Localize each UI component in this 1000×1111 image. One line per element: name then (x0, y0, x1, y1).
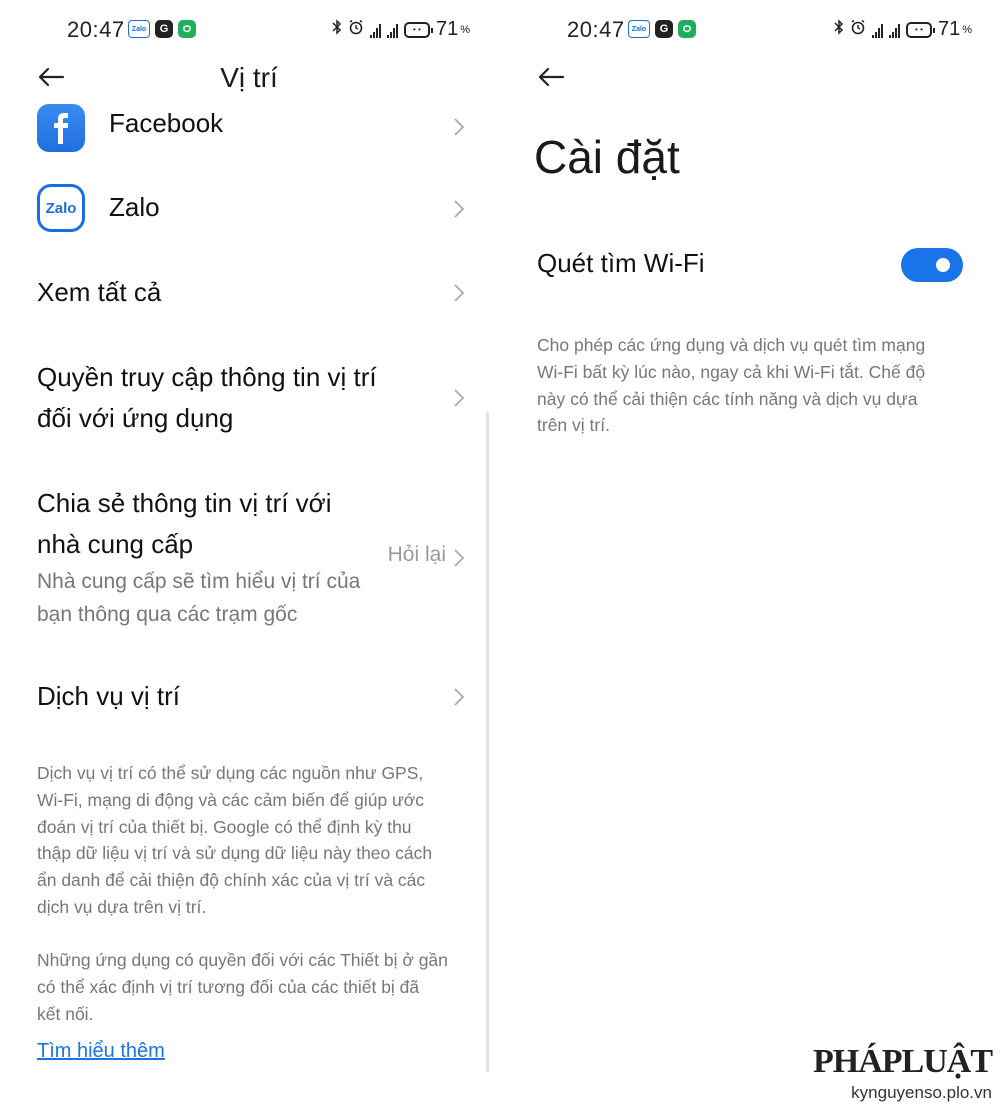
status-time: 20:47 (67, 17, 125, 42)
app-label: Zalo (109, 192, 160, 222)
signal-icon (888, 22, 900, 38)
bluetooth-icon (332, 19, 342, 40)
carrier-sub-line1: Nhà cung cấp sẽ tìm hiểu vị trí của (37, 570, 361, 593)
g-app-icon: G (655, 20, 673, 38)
battery-level: 71 (435, 18, 459, 40)
location-settings-screen: 20:47 Zalo G • • 71% Vị trí Facebook Zal… (0, 0, 498, 1111)
battery-unit: % (962, 23, 972, 36)
battery-unit: % (460, 23, 470, 36)
shield-app-icon (678, 20, 696, 38)
battery-icon: • • (403, 21, 433, 38)
bluetooth-icon (834, 19, 844, 40)
status-bar: 20:47 Zalo G • • 71% (500, 14, 1000, 46)
page-title: Cài đặt (534, 131, 680, 183)
desc-line: này có thể cải thiện các tính năng và dị… (537, 388, 918, 409)
watermark-url: kynguyenso.plo.vn (851, 1083, 992, 1102)
wifi-scan-description: Cho phép các ứng dụng và dịch vụ quét tì… (537, 332, 966, 439)
carrier-location-share-row[interactable]: Chia sẻ thông tin vị trí với nhà cung cấ… (37, 483, 466, 633)
wifi-scan-label: Quét tìm Wi-Fi (537, 248, 705, 278)
carrier-sub-line2: bạn thông qua các trạm gốc (37, 603, 298, 626)
location-services-description: Dịch vụ vị trí có thể sử dụng các nguồn … (37, 760, 468, 921)
see-all-row[interactable]: Xem tất cả (37, 272, 466, 313)
desc-line: thập dữ liệu vị trí và sử dụng dữ liệu n… (37, 843, 433, 864)
page-title: Vị trí (220, 62, 278, 93)
chevron-right-icon (452, 116, 466, 138)
battery-icon: • • (905, 21, 935, 38)
nearby-devices-description: Những ứng dụng có quyền đối với các Thiế… (37, 947, 468, 1027)
zalo-notification-icon: Zalo (628, 20, 650, 38)
desc-line: có thể xác định vị trí tương đối của các… (37, 976, 420, 997)
carrier-share-value: Hỏi lại (387, 543, 446, 566)
signal-icon (386, 22, 398, 38)
chevron-right-icon (452, 282, 466, 304)
back-arrow-icon[interactable] (536, 62, 566, 92)
status-bar: 20:47 Zalo G • • 71% (0, 14, 498, 46)
wifi-scan-toggle[interactable] (901, 248, 963, 282)
watermark: PHÁPLUẬT kynguyenso.plo.vn (813, 1043, 993, 1103)
chevron-right-icon (452, 547, 466, 569)
desc-line: ẩn danh để cải thiện độ chính xác của vị… (37, 870, 426, 891)
chevron-right-icon (452, 686, 466, 708)
desc-line: trên vị trí. (537, 415, 610, 436)
toggle-knob (936, 258, 950, 272)
desc-line: Những ứng dụng có quyền đối với các Thiế… (37, 950, 448, 970)
see-all-label: Xem tất cả (37, 277, 162, 307)
alarm-icon (850, 19, 866, 40)
shield-app-icon (178, 20, 196, 38)
location-services-row[interactable]: Dịch vụ vị trí (37, 676, 466, 717)
signal-icon (369, 22, 381, 38)
zalo-notification-icon: Zalo (128, 20, 150, 38)
signal-icon (871, 22, 883, 38)
desc-line: Cho phép các ứng dụng và dịch vụ quét tì… (537, 335, 926, 355)
wifi-scan-settings-screen: 20:47 Zalo G • • 71% Cài đặt Quét tìm Wi… (500, 0, 1000, 1111)
app-row-zalo[interactable]: Zalo Zalo (37, 184, 466, 232)
g-app-icon: G (155, 20, 173, 38)
status-time: 20:47 (567, 17, 625, 42)
chevron-right-icon (452, 198, 466, 220)
desc-line: đoán vị trí của thiết bị. Google có thể … (37, 816, 412, 837)
scrollbar[interactable] (486, 412, 489, 1072)
watermark-logo: PHÁPLUẬT (813, 1043, 993, 1080)
carrier-label-line1: Chia sẻ thông tin vị trí với (37, 488, 332, 518)
desc-line: Wi-Fi, mạng di động và các cảm biến để g… (37, 789, 424, 810)
app-location-permission-row[interactable]: Quyền truy cập thông tin vị trí đối với … (37, 357, 466, 439)
chevron-right-icon (452, 387, 466, 409)
desc-line: Wi-Fi bất kỳ lúc nào, ngay cả khi Wi-Fi … (537, 361, 926, 382)
desc-line: Dịch vụ vị trí có thể sử dụng các nguồn … (37, 763, 424, 783)
permission-label-line2: đối với ứng dụng (37, 403, 234, 433)
alarm-icon (348, 19, 364, 40)
desc-line: dịch vụ dựa trên vị trí. (37, 896, 207, 917)
location-services-label: Dịch vụ vị trí (37, 681, 181, 711)
desc-line: kết nối. (37, 1003, 94, 1024)
permission-label-line1: Quyền truy cập thông tin vị trí (37, 362, 377, 392)
facebook-icon (37, 104, 85, 152)
battery-level: 71 (937, 18, 961, 40)
app-label: Facebook (109, 108, 224, 138)
app-row-facebook[interactable]: Facebook (37, 104, 466, 152)
zalo-icon: Zalo (37, 184, 85, 232)
learn-more-link[interactable]: Tìm hiểu thêm (37, 1040, 165, 1063)
